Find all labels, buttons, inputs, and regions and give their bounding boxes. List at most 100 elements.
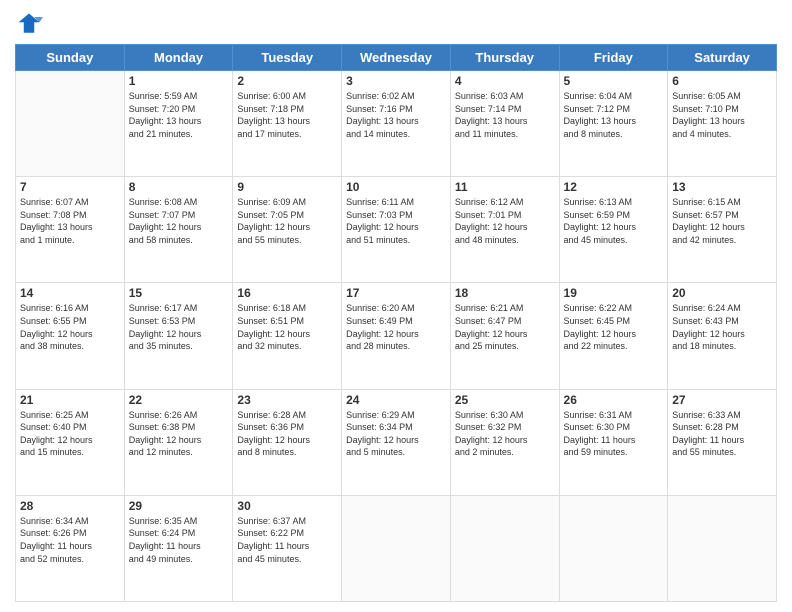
page: SundayMondayTuesdayWednesdayThursdayFrid…	[0, 0, 792, 612]
cell-info: Sunrise: 6:35 AM Sunset: 6:24 PM Dayligh…	[129, 515, 229, 565]
calendar-week-1: 1 Sunrise: 5:59 AM Sunset: 7:20 PM Daylig…	[16, 71, 777, 177]
day-header-monday: Monday	[124, 45, 233, 71]
day-header-wednesday: Wednesday	[342, 45, 451, 71]
cell-info: Sunrise: 6:02 AM Sunset: 7:16 PM Dayligh…	[346, 90, 446, 140]
calendar-cell: 29 Sunrise: 6:35 AM Sunset: 6:24 PM Dayli…	[124, 495, 233, 601]
cell-info: Sunrise: 6:30 AM Sunset: 6:32 PM Dayligh…	[455, 409, 555, 459]
cell-date-number: 8	[129, 180, 229, 194]
calendar-cell: 20 Sunrise: 6:24 AM Sunset: 6:43 PM Dayli…	[668, 283, 777, 389]
calendar-cell: 25 Sunrise: 6:30 AM Sunset: 6:32 PM Dayli…	[450, 389, 559, 495]
cell-info: Sunrise: 6:33 AM Sunset: 6:28 PM Dayligh…	[672, 409, 772, 459]
calendar-week-5: 28 Sunrise: 6:34 AM Sunset: 6:26 PM Dayli…	[16, 495, 777, 601]
cell-date-number: 24	[346, 393, 446, 407]
calendar-cell: 22 Sunrise: 6:26 AM Sunset: 6:38 PM Dayli…	[124, 389, 233, 495]
cell-info: Sunrise: 5:59 AM Sunset: 7:20 PM Dayligh…	[129, 90, 229, 140]
cell-date-number: 9	[237, 180, 337, 194]
cell-info: Sunrise: 6:18 AM Sunset: 6:51 PM Dayligh…	[237, 302, 337, 352]
cell-date-number: 14	[20, 286, 120, 300]
calendar-week-3: 14 Sunrise: 6:16 AM Sunset: 6:55 PM Dayli…	[16, 283, 777, 389]
cell-date-number: 19	[564, 286, 664, 300]
calendar-cell: 12Sunrise: 6:13 AM Sunset: 6:59 PM Dayli…	[559, 177, 668, 283]
calendar-cell: 8 Sunrise: 6:08 AM Sunset: 7:07 PM Daylig…	[124, 177, 233, 283]
logo-icon	[15, 10, 43, 38]
cell-date-number: 15	[129, 286, 229, 300]
cell-info: Sunrise: 6:34 AM Sunset: 6:26 PM Dayligh…	[20, 515, 120, 565]
calendar-cell: 26Sunrise: 6:31 AM Sunset: 6:30 PM Dayli…	[559, 389, 668, 495]
calendar-cell: 13 Sunrise: 6:15 AM Sunset: 6:57 PM Dayli…	[668, 177, 777, 283]
calendar-cell: 2 Sunrise: 6:00 AM Sunset: 7:18 PM Daylig…	[233, 71, 342, 177]
calendar-cell	[342, 495, 451, 601]
cell-date-number: 22	[129, 393, 229, 407]
cell-date-number: 17	[346, 286, 446, 300]
calendar-cell: 19 Sunrise: 6:22 AM Sunset: 6:45 PM Dayli…	[559, 283, 668, 389]
day-header-friday: Friday	[559, 45, 668, 71]
cell-date-number: 29	[129, 499, 229, 513]
calendar-cell	[16, 71, 125, 177]
cell-date-number: 1	[129, 74, 229, 88]
cell-date-number: 27	[672, 393, 772, 407]
calendar-cell: 7Sunrise: 6:07 AM Sunset: 7:08 PM Daylig…	[16, 177, 125, 283]
calendar-cell: 15 Sunrise: 6:17 AM Sunset: 6:53 PM Dayli…	[124, 283, 233, 389]
cell-date-number: 5	[564, 74, 664, 88]
cell-info: Sunrise: 6:29 AM Sunset: 6:34 PM Dayligh…	[346, 409, 446, 459]
cell-info: Sunrise: 6:21 AM Sunset: 6:47 PM Dayligh…	[455, 302, 555, 352]
calendar-cell: 4 Sunrise: 6:03 AM Sunset: 7:14 PM Daylig…	[450, 71, 559, 177]
calendar-cell: 5 Sunrise: 6:04 AM Sunset: 7:12 PM Daylig…	[559, 71, 668, 177]
header	[15, 10, 777, 38]
cell-info: Sunrise: 6:03 AM Sunset: 7:14 PM Dayligh…	[455, 90, 555, 140]
cell-info: Sunrise: 6:24 AM Sunset: 6:43 PM Dayligh…	[672, 302, 772, 352]
day-header-row: SundayMondayTuesdayWednesdayThursdayFrid…	[16, 45, 777, 71]
cell-date-number: 12	[564, 180, 664, 194]
day-header-sunday: Sunday	[16, 45, 125, 71]
cell-info: Sunrise: 6:16 AM Sunset: 6:55 PM Dayligh…	[20, 302, 120, 352]
calendar-cell: 6 Sunrise: 6:05 AM Sunset: 7:10 PM Daylig…	[668, 71, 777, 177]
cell-date-number: 7	[20, 180, 120, 194]
day-header-thursday: Thursday	[450, 45, 559, 71]
calendar-cell: 10 Sunrise: 6:11 AM Sunset: 7:03 PM Dayli…	[342, 177, 451, 283]
cell-info: Sunrise: 6:04 AM Sunset: 7:12 PM Dayligh…	[564, 90, 664, 140]
calendar-cell	[450, 495, 559, 601]
calendar-cell: 27 Sunrise: 6:33 AM Sunset: 6:28 PM Dayli…	[668, 389, 777, 495]
day-header-saturday: Saturday	[668, 45, 777, 71]
cell-info: Sunrise: 6:11 AM Sunset: 7:03 PM Dayligh…	[346, 196, 446, 246]
cell-info: Sunrise: 6:15 AM Sunset: 6:57 PM Dayligh…	[672, 196, 772, 246]
cell-date-number: 26	[564, 393, 664, 407]
cell-date-number: 28	[20, 499, 120, 513]
calendar-week-4: 21Sunrise: 6:25 AM Sunset: 6:40 PM Dayli…	[16, 389, 777, 495]
cell-info: Sunrise: 6:08 AM Sunset: 7:07 PM Dayligh…	[129, 196, 229, 246]
cell-date-number: 16	[237, 286, 337, 300]
calendar-cell	[559, 495, 668, 601]
cell-info: Sunrise: 6:09 AM Sunset: 7:05 PM Dayligh…	[237, 196, 337, 246]
calendar-cell: 23Sunrise: 6:28 AM Sunset: 6:36 PM Dayli…	[233, 389, 342, 495]
cell-info: Sunrise: 6:20 AM Sunset: 6:49 PM Dayligh…	[346, 302, 446, 352]
cell-date-number: 10	[346, 180, 446, 194]
calendar-cell: 21Sunrise: 6:25 AM Sunset: 6:40 PM Dayli…	[16, 389, 125, 495]
cell-date-number: 30	[237, 499, 337, 513]
cell-info: Sunrise: 6:22 AM Sunset: 6:45 PM Dayligh…	[564, 302, 664, 352]
cell-date-number: 25	[455, 393, 555, 407]
calendar-cell: 3 Sunrise: 6:02 AM Sunset: 7:16 PM Daylig…	[342, 71, 451, 177]
cell-info: Sunrise: 6:05 AM Sunset: 7:10 PM Dayligh…	[672, 90, 772, 140]
calendar-table: SundayMondayTuesdayWednesdayThursdayFrid…	[15, 44, 777, 602]
calendar-cell: 18Sunrise: 6:21 AM Sunset: 6:47 PM Dayli…	[450, 283, 559, 389]
logo	[15, 10, 47, 38]
cell-date-number: 11	[455, 180, 555, 194]
cell-info: Sunrise: 6:12 AM Sunset: 7:01 PM Dayligh…	[455, 196, 555, 246]
calendar-cell: 9 Sunrise: 6:09 AM Sunset: 7:05 PM Daylig…	[233, 177, 342, 283]
cell-date-number: 3	[346, 74, 446, 88]
cell-info: Sunrise: 6:00 AM Sunset: 7:18 PM Dayligh…	[237, 90, 337, 140]
cell-info: Sunrise: 6:28 AM Sunset: 6:36 PM Dayligh…	[237, 409, 337, 459]
calendar-cell: 17 Sunrise: 6:20 AM Sunset: 6:49 PM Dayli…	[342, 283, 451, 389]
cell-date-number: 4	[455, 74, 555, 88]
cell-date-number: 13	[672, 180, 772, 194]
calendar-cell: 14 Sunrise: 6:16 AM Sunset: 6:55 PM Dayli…	[16, 283, 125, 389]
cell-info: Sunrise: 6:37 AM Sunset: 6:22 PM Dayligh…	[237, 515, 337, 565]
cell-date-number: 6	[672, 74, 772, 88]
cell-info: Sunrise: 6:25 AM Sunset: 6:40 PM Dayligh…	[20, 409, 120, 459]
calendar-cell: 11 Sunrise: 6:12 AM Sunset: 7:01 PM Dayli…	[450, 177, 559, 283]
cell-date-number: 20	[672, 286, 772, 300]
cell-info: Sunrise: 6:26 AM Sunset: 6:38 PM Dayligh…	[129, 409, 229, 459]
cell-info: Sunrise: 6:17 AM Sunset: 6:53 PM Dayligh…	[129, 302, 229, 352]
calendar-cell: 24 Sunrise: 6:29 AM Sunset: 6:34 PM Dayli…	[342, 389, 451, 495]
cell-date-number: 2	[237, 74, 337, 88]
